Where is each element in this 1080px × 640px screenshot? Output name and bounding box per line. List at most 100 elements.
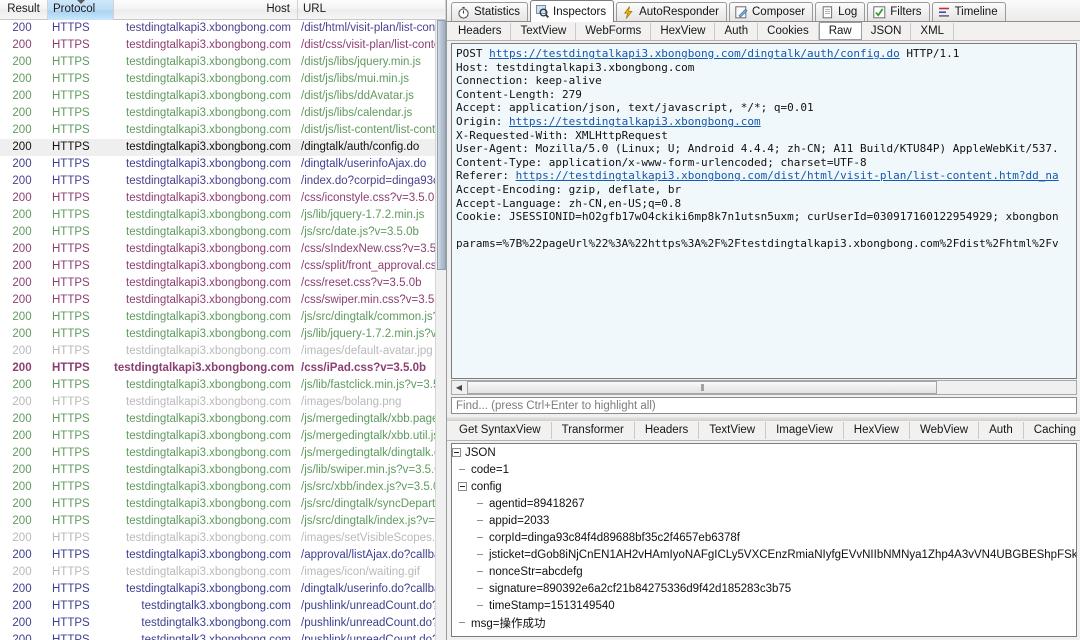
session-cell-result: 200 [12,226,32,238]
request-url-link[interactable]: https://testdingtalkapi3.xbongbong.com/d… [489,47,900,60]
response-tab-hexview[interactable]: HexView [844,422,910,439]
session-list-scrollbar[interactable] [435,20,446,640]
json-tree-node[interactable]: signature=890392e6a2cf21b84275336d9f42d1… [452,580,1076,597]
session-rows-container[interactable]: 200 HTTPS testdingtalkapi3.xbongbong.com/d… [0,20,447,640]
session-row[interactable]: 200 HTTPS testdingtalkapi3.xbongbong.com/c… [0,190,446,207]
response-tab-imageview[interactable]: ImageView [766,422,844,439]
session-cell-url: /dist/js/libs/ddAvatar.js [301,90,414,102]
request-tab-headers[interactable]: Headers [449,22,512,40]
json-tree-node[interactable]: appid=2033 [452,512,1076,529]
json-tree-node[interactable]: msg=操作成功 [452,614,1076,631]
tree-leaf-icon [476,550,485,559]
session-row[interactable]: 200 HTTPS testdingtalkapi3.xbongbong.com/d… [0,122,446,139]
session-row[interactable]: 200 HTTPS testdingtalkapi3.xbongbong.com/j… [0,207,446,224]
column-header-result[interactable]: Result [0,0,48,20]
session-row[interactable]: 200 HTTPS testdingtalk3.xbongbong.com/push… [0,632,446,640]
session-row[interactable]: 200 HTTPS testdingtalkapi3.xbongbong.com/d… [0,105,446,122]
session-row[interactable]: 200 HTTPS testdingtalk3.xbongbong.com/push… [0,615,446,632]
response-tab-webview[interactable]: WebView [910,422,980,439]
session-row[interactable]: 200 HTTPS testdingtalkapi3.xbongbong.com/j… [0,224,446,241]
request-tab-raw[interactable]: Raw [818,22,862,40]
response-json-tree[interactable]: JSON code=1 config agentid=89418267 appid=20… [451,443,1077,637]
session-row[interactable]: 200 HTTPS testdingtalkapi3.xbongbong.com/j… [0,445,446,462]
json-tree-node[interactable]: nonceStr=abcdefg [452,563,1076,580]
main-tab-filters[interactable]: Filters [867,2,930,21]
session-row[interactable]: 200 HTTPS testdingtalkapi3.xbongbong.com/i… [0,564,446,581]
session-cell-host: testdingtalkapi3.xbongbong.com [126,464,291,476]
request-tab-cookies[interactable]: Cookies [758,22,819,40]
response-tab-caching[interactable]: Caching [1024,422,1080,439]
session-row[interactable]: 200 HTTPS testdingtalk3.xbongbong.com/push… [0,598,446,615]
response-tab-transformer[interactable]: Transformer [552,422,635,439]
session-row[interactable]: 200 HTTPS testdingtalkapi3.xbongbong.com/c… [0,292,446,309]
session-row[interactable]: 200 HTTPS testdingtalkapi3.xbongbong.com/j… [0,411,446,428]
column-header-host[interactable]: Host [114,0,298,20]
origin-url-link[interactable]: https://testdingtalkapi3.xbongbong.com [509,115,761,128]
session-row[interactable]: 200 HTTPS testdingtalkapi3.xbongbong.com/i… [0,530,446,547]
response-tab-headers[interactable]: Headers [635,422,700,439]
session-row[interactable]: 200 HTTPS testdingtalkapi3.xbongbong.com/d… [0,139,446,156]
json-tree-root[interactable]: JSON [452,444,1076,461]
response-tab-textview[interactable]: TextView [699,422,767,439]
session-row[interactable]: 200 HTTPS testdingtalkapi3.xbongbong.com/c… [0,241,446,258]
json-tree-node[interactable]: jsticket=dGob8iNjCnEN1AH2vHAmIyoNAFgICLy… [452,546,1076,563]
request-tab-textview[interactable]: TextView [511,22,577,40]
request-hscroll-thumb[interactable] [467,381,937,394]
session-row[interactable]: 200 HTTPS testdingtalkapi3.xbongbong.com/d… [0,54,446,71]
json-tree-node[interactable]: corpId=dinga93c84f4d89688bf35c2f4657eb63… [452,529,1076,546]
session-row[interactable]: 200 HTTPS testdingtalkapi3.xbongbong.com/i… [0,343,446,360]
session-row[interactable]: 200 HTTPS testdingtalkapi3.xbongbong.com/a… [0,547,446,564]
response-tab-auth[interactable]: Auth [979,422,1024,439]
column-header-url[interactable]: URL [298,0,446,20]
request-tab-webforms[interactable]: WebForms [576,22,652,40]
main-tab-composer[interactable]: Composer [729,2,814,21]
json-tree-node[interactable]: code=1 [452,461,1076,478]
session-row[interactable]: 200 HTTPS testdingtalkapi3.xbongbong.com/c… [0,258,446,275]
column-header-protocol[interactable]: Protocol [48,0,114,20]
main-tab-inspectors[interactable]: Inspectors [530,0,615,22]
session-list-scroll-thumb[interactable] [437,20,446,270]
tree-node-label: appid=2033 [489,514,550,527]
session-row[interactable]: 200 HTTPS testdingtalkapi3.xbongbong.com/c… [0,360,446,377]
session-row[interactable]: 200 HTTPS testdingtalkapi3.xbongbong.com/d… [0,88,446,105]
request-horizontal-scrollbar[interactable]: ◀ [451,380,1077,395]
json-tree-node[interactable]: agentid=89418267 [452,495,1076,512]
response-tab-get-syntaxview[interactable]: Get SyntaxView [449,422,552,439]
request-tab-hexview[interactable]: HexView [651,22,716,40]
session-row[interactable]: 200 HTTPS testdingtalkapi3.xbongbong.com/i… [0,394,446,411]
session-row[interactable]: 200 HTTPS testdingtalkapi3.xbongbong.com/j… [0,513,446,530]
session-row[interactable]: 200 HTTPS testdingtalkapi3.xbongbong.com/j… [0,377,446,394]
request-tab-json[interactable]: JSON [862,22,912,40]
tree-collapse-icon[interactable] [458,482,467,491]
session-cell-url: /images/default-avatar.jpg [301,345,433,357]
request-tab-auth[interactable]: Auth [715,22,759,40]
json-tree-node[interactable]: timeStamp=1513149540 [452,597,1076,614]
session-row[interactable]: 200 HTTPS testdingtalkapi3.xbongbong.com/d… [0,71,446,88]
session-row[interactable]: 200 HTTPS testdingtalkapi3.xbongbong.com/c… [0,275,446,292]
find-input[interactable]: Find... (press Ctrl+Enter to highlight a… [451,397,1077,414]
session-row[interactable]: 200 HTTPS testdingtalkapi3.xbongbong.com/d… [0,37,446,54]
request-raw-view[interactable]: POST https://testdingtalkapi3.xbongbong.… [451,43,1077,379]
scroll-left-arrow[interactable]: ◀ [452,381,466,394]
session-row[interactable]: 200 HTTPS testdingtalkapi3.xbongbong.com/j… [0,462,446,479]
session-row[interactable]: 200 HTTPS testdingtalkapi3.xbongbong.com/d… [0,20,446,37]
tree-collapse-icon[interactable] [452,448,461,457]
session-row[interactable]: 200 HTTPS testdingtalkapi3.xbongbong.com/j… [0,479,446,496]
main-tab-label: AutoResponder [639,6,719,18]
session-cell-url: /js/mergedingtalk/xbb.util.js?v= [301,430,447,442]
session-row[interactable]: 200 HTTPS testdingtalkapi3.xbongbong.com/d… [0,581,446,598]
referer-url-link[interactable]: https://testdingtalkapi3.xbongbong.com/d… [516,169,1059,182]
json-tree-node[interactable]: config [452,478,1076,495]
session-row[interactable]: 200 HTTPS testdingtalkapi3.xbongbong.com/j… [0,428,447,445]
main-tab-timeline[interactable]: Timeline [931,2,1006,21]
session-row[interactable]: 200 HTTPS testdingtalkapi3.xbongbong.com/j… [0,496,446,513]
session-row[interactable]: 200 HTTPS testdingtalkapi3.xbongbong.com/j… [0,326,446,343]
main-tab-statistics[interactable]: Statistics [451,2,529,21]
main-tab-autoresponder[interactable]: AutoResponder [616,2,727,21]
session-cell-protocol: HTTPS [52,464,90,476]
session-row[interactable]: 200 HTTPS testdingtalkapi3.xbongbong.com/i… [0,173,446,190]
request-tab-xml[interactable]: XML [911,22,955,40]
session-row[interactable]: 200 HTTPS testdingtalkapi3.xbongbong.com/j… [0,309,446,326]
session-row[interactable]: 200 HTTPS testdingtalkapi3.xbongbong.com/d… [0,156,446,173]
main-tab-log[interactable]: Log [815,2,866,21]
